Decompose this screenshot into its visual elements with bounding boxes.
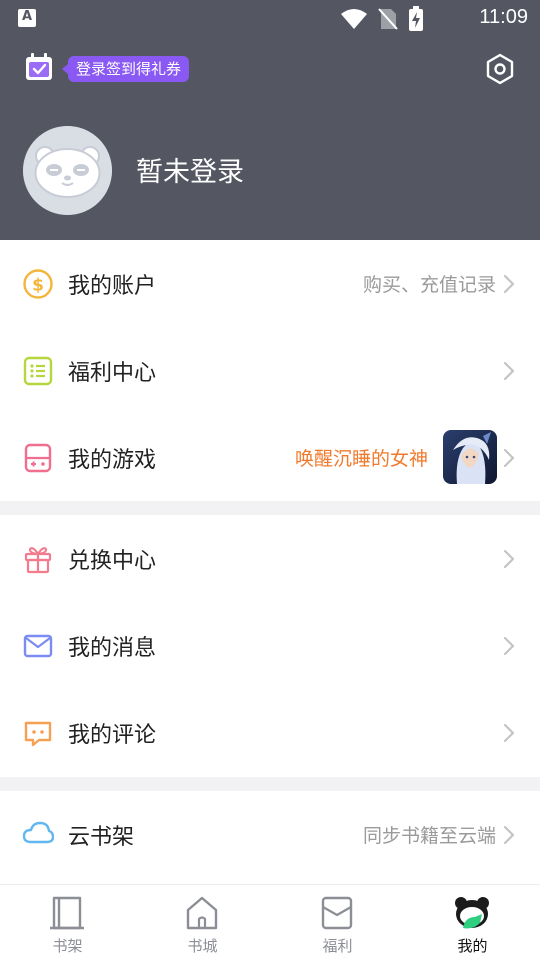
menu-group-activity: 兑换中心 我的消息 我的评论 [0,515,540,777]
chevron-right-icon [503,636,515,656]
app-notification-icon [18,9,36,27]
calendar-checkin-icon[interactable] [24,52,54,82]
cloud-icon [22,821,54,844]
menu-label: 我的消息 [68,636,157,661]
bookshelf-icon [50,896,84,930]
menu-item-messages[interactable]: 我的消息 [0,602,540,689]
menu-item-welfare[interactable]: 福利中心 [0,327,540,414]
tab-bookshelf[interactable]: 书架 [0,885,135,960]
menu-label: 我的账户 [68,274,157,299]
settings-icon[interactable] [484,53,516,85]
gift-icon [24,547,52,574]
panda-avatar-icon [23,126,112,215]
tab-label: 我的 [457,937,488,955]
game-promo-text: 唤醒沉睡的女神 [294,448,428,470]
menu-label: 兑换中心 [68,549,157,574]
chevron-right-icon [503,448,515,468]
tab-profile[interactable]: 我的 [405,885,540,960]
chevron-right-icon [503,723,515,743]
account-hint: 购买、充值记录 [362,274,496,296]
menu-group-cloud: 云书架 同步书籍至云端 [0,791,540,884]
status-time: 11:09 [479,6,528,28]
menu-label: 云书架 [68,825,135,850]
profile-icon [455,897,489,929]
login-prompt[interactable]: 暂未登录 [136,150,244,189]
menu-item-cloud-shelf[interactable]: 云书架 同步书籍至云端 [0,791,540,878]
status-icons [340,6,424,32]
tab-label: 书架 [52,937,83,955]
menu-label: 我的游戏 [68,448,157,473]
checkin-badge[interactable]: 登录签到得礼券 [61,56,190,82]
menu-group-account: $ 我的账户 购买、充值记录 福利中心 我的游戏 唤醒沉睡的女神 [0,240,540,501]
coin-icon: $ [23,269,53,299]
menu-item-account[interactable]: $ 我的账户 购买、充值记录 [0,240,540,327]
tab-label: 书城 [187,937,218,955]
wifi-icon [341,9,367,29]
cloud-shelf-hint: 同步书籍至云端 [362,825,496,847]
menu-label: 我的评论 [68,723,157,748]
bookstore-icon [186,896,218,930]
menu-label: 福利中心 [68,361,157,386]
tab-welfare[interactable]: 福利 [270,885,405,960]
gamepad-icon [24,443,52,473]
chevron-right-icon [503,361,515,381]
chevron-right-icon [503,549,515,569]
tab-label: 福利 [322,937,353,955]
game-thumbnail[interactable] [443,430,497,484]
profile-header: 11:09 登录签到得礼券 [0,0,540,240]
avatar[interactable] [23,126,112,215]
no-sim-icon [378,8,398,30]
menu-item-comments[interactable]: 我的评论 [0,689,540,776]
svg-text:$: $ [32,276,44,296]
menu-item-redeem[interactable]: 兑换中心 [0,515,540,602]
envelope-icon [23,634,53,658]
welfare-icon [321,896,353,930]
bottom-tab-bar: 书架 书城 福利 我的 [0,884,540,960]
comment-bubble-icon [24,721,52,747]
chevron-right-icon [503,825,515,845]
profile-page: 11:09 登录签到得礼券 [0,0,540,960]
tab-bookstore[interactable]: 书城 [135,885,270,960]
chevron-right-icon [503,274,515,294]
status-bar: 11:09 [0,0,540,36]
list-icon [23,356,53,386]
battery-charging-icon [409,6,423,31]
menu-item-games[interactable]: 我的游戏 唤醒沉睡的女神 [0,414,540,501]
